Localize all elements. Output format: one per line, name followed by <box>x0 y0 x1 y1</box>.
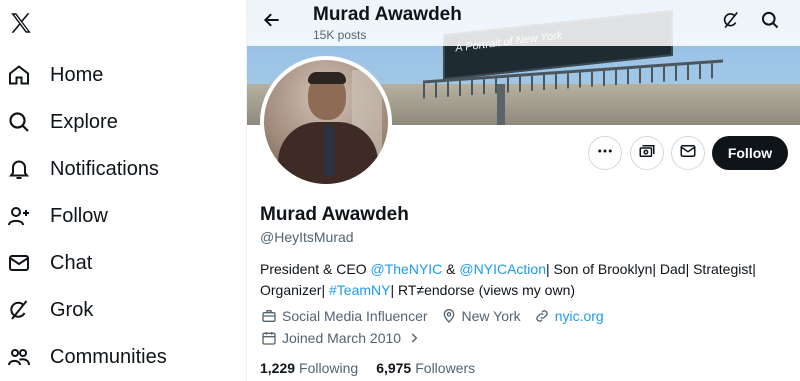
mail-icon <box>679 142 697 165</box>
header-name: Murad Awawdeh <box>313 4 462 25</box>
more-icon <box>596 142 614 165</box>
nav-item-label: Home <box>50 63 104 86</box>
nav-item-communities[interactable]: Communities <box>6 337 167 377</box>
profile-meta-row: Social Media Influencer New York nyic.or… <box>260 306 616 326</box>
grok-icon <box>6 297 32 323</box>
money-icon <box>638 142 656 165</box>
nav-item-chat[interactable]: Chat <box>6 243 92 283</box>
message-button[interactable] <box>671 136 705 170</box>
profile-website[interactable]: nyic.org <box>533 307 604 325</box>
arrow-left-icon <box>262 10 282 35</box>
profile-column: A Portrait of New York Murad Awawdeh 15K… <box>247 0 800 381</box>
mention-link-nyicaction[interactable]: @NYICAction <box>459 261 546 277</box>
search-icon <box>6 109 32 135</box>
following-label: Following <box>299 360 359 376</box>
bio-text: | RT≠endorse (views my own) <box>390 282 576 298</box>
website-link[interactable]: nyic.org <box>555 308 604 324</box>
joined-text: Joined March 2010 <box>282 330 402 346</box>
hashtag-link-teamny[interactable]: #TeamNY <box>329 282 390 298</box>
profile-location: New York <box>440 307 521 325</box>
nav-item-grok[interactable]: Grok <box>6 290 93 330</box>
nav-item-notifications[interactable]: Notifications <box>6 149 159 189</box>
followers-stat[interactable]: 6,975 Followers <box>376 360 475 376</box>
profile-joined-row[interactable]: Joined March 2010 <box>260 328 439 348</box>
bio-text: & <box>442 261 460 277</box>
nav-item-label: Notifications <box>50 157 159 180</box>
followers-label: Followers <box>415 360 476 376</box>
nav-item-label: Communities <box>50 345 167 368</box>
x-logo-icon[interactable] <box>8 10 34 36</box>
people-icon <box>6 344 32 370</box>
nav-item-label: Explore <box>50 110 118 133</box>
nav-item-label: Follow <box>50 204 108 227</box>
banner-pole <box>497 84 505 125</box>
avatar[interactable] <box>260 56 392 188</box>
briefcase-icon <box>260 307 278 325</box>
header-post-count: 15K posts <box>313 28 367 42</box>
bio-text: President & CEO <box>260 261 371 277</box>
nav-item-home[interactable]: Home <box>6 55 103 95</box>
chevron-right-icon <box>405 329 423 347</box>
avatar-hair <box>308 72 346 84</box>
person-add-icon <box>6 203 32 229</box>
search-header-button[interactable] <box>758 10 782 34</box>
profile-handle: @HeyItsMurad <box>260 229 354 245</box>
location-pin-icon <box>440 307 458 325</box>
grok-icon <box>721 10 741 35</box>
nav-item-explore[interactable]: Explore <box>6 102 118 142</box>
profile-category: Social Media Influencer <box>260 307 428 325</box>
followers-count: 6,975 <box>376 360 412 376</box>
following-stat[interactable]: 1,229 Following <box>260 360 358 376</box>
home-icon <box>6 62 32 88</box>
mention-link-thenyic[interactable]: @TheNYIC <box>371 261 443 277</box>
mail-icon <box>6 250 32 276</box>
category-text: Social Media Influencer <box>282 308 428 324</box>
search-icon <box>760 10 780 35</box>
nav-item-follow[interactable]: Follow <box>6 196 108 236</box>
following-count: 1,229 <box>260 360 296 376</box>
calendar-icon <box>260 329 278 347</box>
subscribe-button[interactable] <box>630 136 664 170</box>
profile-header-bar: Murad Awawdeh 15K posts <box>247 0 800 46</box>
profile-display-name: Murad Awawdeh <box>260 204 409 225</box>
follow-button[interactable]: Follow <box>712 136 788 170</box>
link-icon <box>533 307 551 325</box>
location-text: New York <box>461 308 521 324</box>
nav-item-label: Chat <box>50 251 93 274</box>
profile-joined[interactable]: Joined March 2010 <box>260 329 427 347</box>
nav-item-label: Grok <box>50 298 94 321</box>
profile-stats: 1,229 Following 6,975 Followers <box>260 360 493 376</box>
back-button[interactable] <box>259 9 285 35</box>
grok-header-button[interactable] <box>719 10 743 34</box>
left-sidebar: Home Explore Notifications Follow Chat G… <box>0 0 246 381</box>
avatar-tie <box>324 126 334 176</box>
more-button[interactable] <box>588 136 622 170</box>
bell-icon <box>6 156 32 182</box>
profile-bio: President & CEO @TheNYIC & @NYICAction | … <box>260 259 780 301</box>
